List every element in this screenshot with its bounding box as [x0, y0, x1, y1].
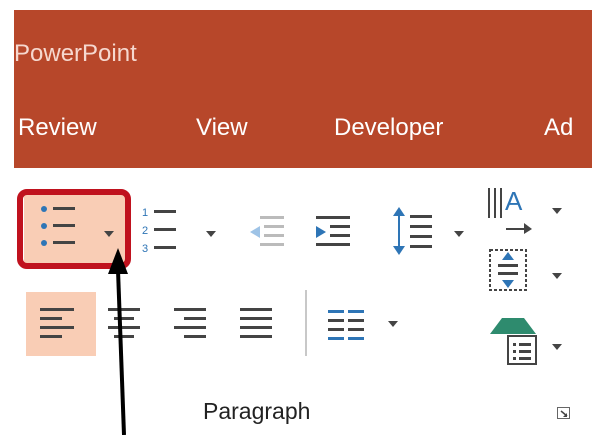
annotation-arrow [108, 248, 128, 435]
